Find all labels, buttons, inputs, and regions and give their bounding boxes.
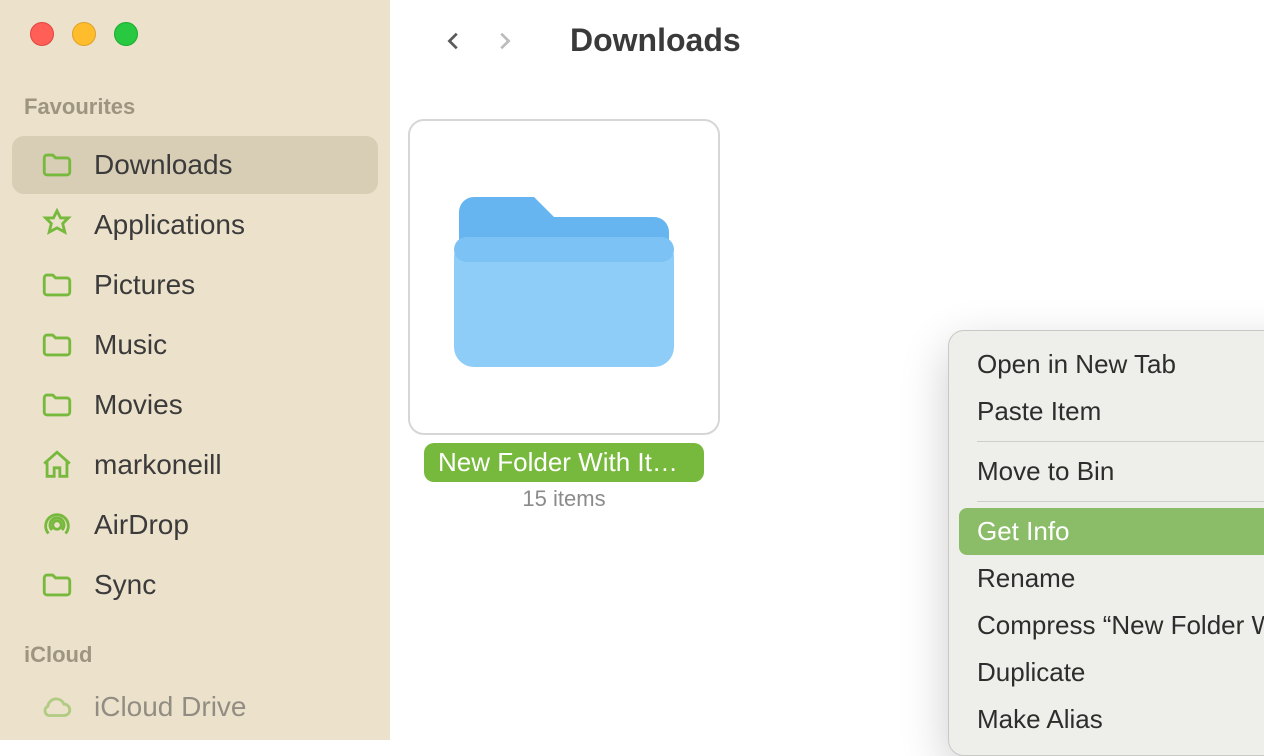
folder-icon <box>40 268 74 302</box>
airdrop-icon <box>40 508 74 542</box>
sidebar-item-label: Sync <box>94 569 156 601</box>
folder-item-subtitle: 15 items <box>522 486 605 512</box>
sidebar-item-icloud-drive[interactable]: iCloud Drive <box>12 678 378 736</box>
home-icon <box>40 448 74 482</box>
sidebar-item-downloads[interactable]: Downloads <box>12 136 378 194</box>
sidebar-item-label: AirDrop <box>94 509 189 541</box>
menu-get-info[interactable]: Get Info <box>959 508 1264 555</box>
folder-item-name: New Folder With Items <box>424 443 704 482</box>
fullscreen-window-button[interactable] <box>114 22 138 46</box>
menu-open-new-tab[interactable]: Open in New Tab <box>959 341 1264 388</box>
folder-icon-large <box>408 119 720 435</box>
nav-back-button[interactable] <box>440 27 468 55</box>
applications-icon <box>40 208 74 242</box>
window-controls <box>0 22 390 46</box>
sidebar-item-home[interactable]: markoneill <box>12 436 378 494</box>
finder-toolbar: Downloads <box>390 0 1264 59</box>
sidebar-item-applications[interactable]: Applications <box>12 196 378 254</box>
sidebar-item-airdrop[interactable]: AirDrop <box>12 496 378 554</box>
folder-icon <box>40 148 74 182</box>
folder-icon <box>40 388 74 422</box>
finder-main: Downloads New Folder With Items 15 items… <box>390 0 1264 740</box>
context-menu: Open in New Tab Paste Item Move to Bin G… <box>948 330 1264 756</box>
nav-forward-button[interactable] <box>490 27 518 55</box>
menu-separator <box>977 441 1264 442</box>
sidebar-item-label: Downloads <box>94 149 233 181</box>
location-title: Downloads <box>570 22 741 59</box>
sidebar-item-label: Movies <box>94 389 183 421</box>
minimize-window-button[interactable] <box>72 22 96 46</box>
sidebar-item-label: Pictures <box>94 269 195 301</box>
menu-make-alias[interactable]: Make Alias <box>959 696 1264 743</box>
sidebar-section-icloud: iCloud <box>0 642 390 682</box>
folder-item[interactable]: New Folder With Items 15 items <box>408 119 720 512</box>
sidebar-item-label: iCloud Drive <box>94 691 247 723</box>
sidebar-item-label: markoneill <box>94 449 222 481</box>
menu-move-to-bin[interactable]: Move to Bin <box>959 448 1264 495</box>
sidebar-item-label: Music <box>94 329 167 361</box>
close-window-button[interactable] <box>30 22 54 46</box>
sidebar-item-sync[interactable]: Sync <box>12 556 378 614</box>
sidebar-section-favourites: Favourites <box>0 94 390 134</box>
finder-sidebar: Favourites Downloads Applications Pictur… <box>0 0 390 740</box>
sidebar-item-pictures[interactable]: Pictures <box>12 256 378 314</box>
menu-paste-item[interactable]: Paste Item <box>959 388 1264 435</box>
sidebar-item-music[interactable]: Music <box>12 316 378 374</box>
sidebar-item-movies[interactable]: Movies <box>12 376 378 434</box>
menu-compress[interactable]: Compress “New Folder With Items” <box>959 602 1264 649</box>
folder-icon <box>40 568 74 602</box>
folder-icon <box>40 328 74 362</box>
sidebar-item-label: Applications <box>94 209 245 241</box>
menu-rename[interactable]: Rename <box>959 555 1264 602</box>
menu-duplicate[interactable]: Duplicate <box>959 649 1264 696</box>
icloud-icon <box>40 690 74 724</box>
menu-separator <box>977 501 1264 502</box>
